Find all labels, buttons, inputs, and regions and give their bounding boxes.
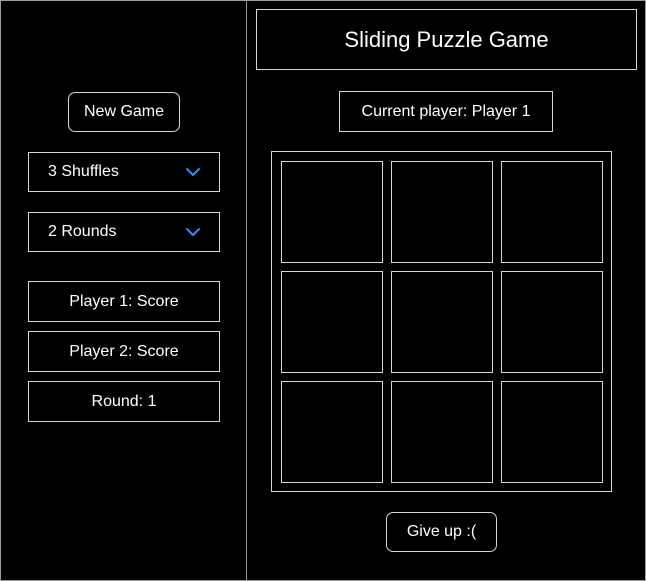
shuffles-select[interactable]: 3 Shuffles: [28, 152, 220, 192]
give-up-button[interactable]: Give up :(: [386, 512, 497, 552]
puzzle-tile[interactable]: [391, 271, 493, 373]
rounds-select[interactable]: 2 Rounds: [28, 212, 220, 252]
round-indicator: Round: 1: [28, 381, 220, 422]
puzzle-tile[interactable]: [391, 381, 493, 483]
puzzle-tile[interactable]: [281, 161, 383, 263]
player1-score: Player 1: Score: [28, 281, 220, 322]
puzzle-board: [271, 151, 612, 492]
puzzle-tile[interactable]: [391, 161, 493, 263]
chevron-down-icon: [185, 227, 201, 237]
page-title: Sliding Puzzle Game: [256, 9, 637, 70]
app-window: New Game 3 Shuffles 2 Rounds Player 1: S…: [0, 0, 646, 581]
puzzle-tile[interactable]: [281, 381, 383, 483]
shuffles-select-value: 3 Shuffles: [48, 163, 119, 180]
rounds-select-value: 2 Rounds: [48, 223, 117, 240]
puzzle-tile[interactable]: [501, 381, 603, 483]
puzzle-tile[interactable]: [281, 271, 383, 373]
player2-score: Player 2: Score: [28, 331, 220, 372]
current-player: Current player: Player 1: [339, 91, 553, 132]
chevron-down-icon: [185, 167, 201, 177]
puzzle-tile[interactable]: [501, 271, 603, 373]
puzzle-tile[interactable]: [501, 161, 603, 263]
new-game-button[interactable]: New Game: [68, 92, 180, 132]
sidebar-divider: [246, 1, 247, 580]
